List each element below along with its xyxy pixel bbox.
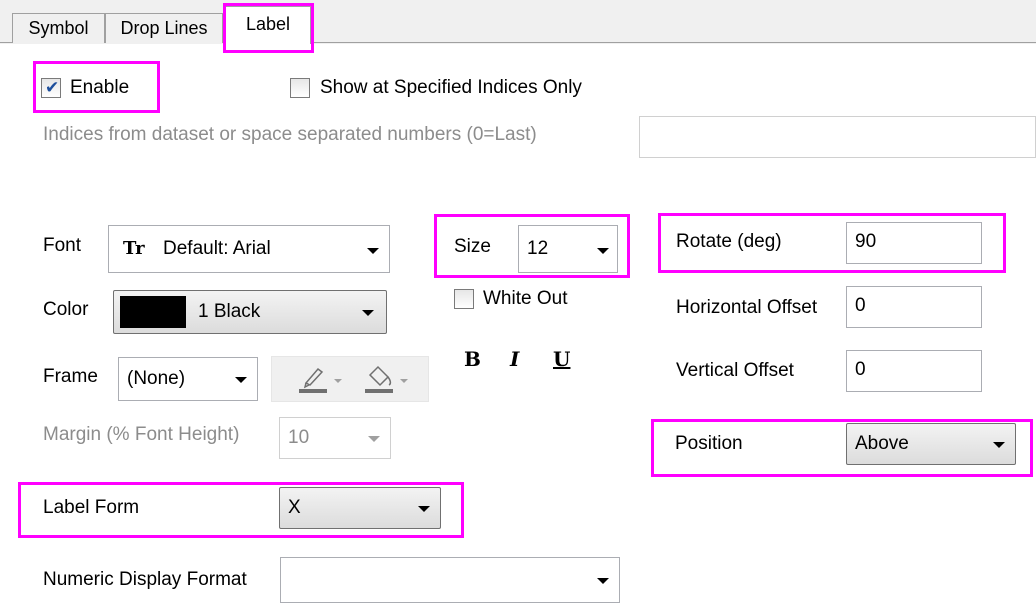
frame-color-toolbar bbox=[271, 356, 429, 402]
position-highlight bbox=[651, 419, 1033, 477]
color-swatch bbox=[120, 296, 186, 328]
color-select[interactable]: 1 Black bbox=[113, 290, 387, 334]
frame-label: Frame bbox=[43, 366, 98, 387]
bold-button[interactable]: B bbox=[464, 347, 481, 371]
color-label: Color bbox=[43, 299, 89, 320]
indices-label: Indices from dataset or space separated … bbox=[43, 124, 537, 145]
line-color-button[interactable] bbox=[296, 361, 330, 395]
truetype-font-icon: Tr bbox=[123, 238, 145, 259]
paint-bucket-icon bbox=[365, 365, 393, 393]
horizontal-offset-input[interactable]: 0 bbox=[846, 286, 982, 328]
chevron-down-icon[interactable] bbox=[400, 379, 408, 383]
vertical-offset-input[interactable]: 0 bbox=[846, 350, 982, 392]
label-form-highlight bbox=[18, 482, 464, 538]
chevron-down-icon bbox=[367, 248, 379, 254]
tab-label-highlight bbox=[223, 3, 314, 53]
chevron-down-icon[interactable] bbox=[334, 379, 342, 383]
white-out-checkbox[interactable] bbox=[454, 289, 474, 309]
color-value: 1 Black bbox=[198, 301, 261, 322]
font-label: Font bbox=[43, 235, 82, 256]
frame-select[interactable]: (None) bbox=[118, 357, 258, 401]
underline-button[interactable]: U bbox=[553, 347, 570, 371]
show-indices-label: Show at Specified Indices Only bbox=[320, 77, 582, 98]
horizontal-offset-label: Horizontal Offset bbox=[676, 297, 818, 318]
enable-highlight bbox=[33, 61, 160, 113]
pen-icon bbox=[299, 367, 327, 393]
frame-value: (None) bbox=[127, 368, 186, 389]
chevron-down-icon bbox=[597, 578, 609, 584]
tab-symbol[interactable]: Symbol bbox=[12, 13, 105, 43]
chevron-down-icon bbox=[362, 310, 374, 316]
chevron-down-icon bbox=[235, 377, 247, 383]
fill-color-button[interactable] bbox=[362, 361, 396, 395]
font-value: Default: Arial bbox=[163, 238, 271, 259]
margin-select[interactable]: 10 bbox=[279, 417, 391, 459]
font-select[interactable]: Tr Default: Arial bbox=[108, 225, 390, 273]
white-out-label: White Out bbox=[483, 288, 568, 309]
numeric-format-label: Numeric Display Format bbox=[43, 569, 247, 590]
margin-value: 10 bbox=[288, 427, 310, 448]
numeric-format-select[interactable] bbox=[280, 557, 620, 603]
margin-label: Margin (% Font Height) bbox=[43, 424, 240, 445]
rotate-highlight bbox=[658, 213, 1006, 273]
size-highlight bbox=[434, 214, 630, 278]
italic-button[interactable]: I bbox=[510, 347, 519, 371]
vertical-offset-label: Vertical Offset bbox=[676, 360, 794, 381]
tab-drop-lines[interactable]: Drop Lines bbox=[105, 13, 223, 43]
show-indices-checkbox[interactable] bbox=[290, 78, 310, 98]
chevron-down-icon bbox=[368, 436, 380, 442]
indices-input[interactable] bbox=[639, 116, 1036, 158]
